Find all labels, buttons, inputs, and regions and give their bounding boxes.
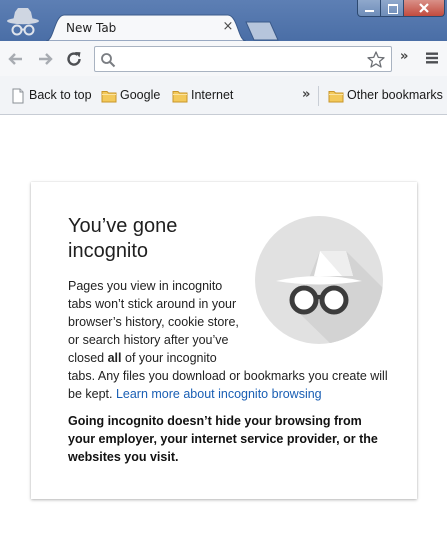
bookmark-label: Google xyxy=(120,88,161,102)
back-arrow-icon[interactable] xyxy=(6,49,26,69)
forward-arrow-icon[interactable] xyxy=(35,49,55,69)
close-icon[interactable]: × xyxy=(222,20,234,33)
page-icon xyxy=(12,88,24,104)
address-input[interactable] xyxy=(119,49,359,69)
folder-icon xyxy=(328,91,344,103)
description: Pages you view in incognito tabs won’t s… xyxy=(68,277,388,403)
maximize-icon xyxy=(388,4,398,14)
minimize-button[interactable] xyxy=(357,0,381,17)
incognito-card: You’ve gone incognito Pages you view in … xyxy=(31,182,417,499)
tab-title: New Tab xyxy=(66,21,117,35)
bookmarks-bar: Back to top Google Internet » Other book… xyxy=(0,76,447,115)
title-bar: New Tab × xyxy=(0,0,447,41)
bookmark-label: Internet xyxy=(191,88,234,102)
toolbar: » xyxy=(0,41,447,76)
tab-new-tab[interactable]: New Tab × xyxy=(46,14,246,41)
close-window-button[interactable] xyxy=(403,0,445,17)
illustration-spacer xyxy=(242,277,388,367)
search-icon xyxy=(101,53,116,68)
star-bookmark-icon[interactable] xyxy=(366,50,386,70)
close-icon xyxy=(419,3,429,13)
minimize-icon xyxy=(365,10,374,12)
hamburger-menu-icon[interactable] xyxy=(424,50,440,66)
bookmark-label: Back to top xyxy=(29,88,92,102)
page-title: You’ve gone incognito xyxy=(68,215,178,262)
new-tab-button[interactable] xyxy=(245,21,279,41)
bookmark-label: Other bookmarks xyxy=(347,88,443,102)
bookmarks-divider xyxy=(318,86,319,106)
omnibox[interactable] xyxy=(94,46,392,72)
maximize-button[interactable] xyxy=(380,0,404,17)
incognito-spy-icon xyxy=(7,8,39,36)
reload-icon[interactable] xyxy=(64,49,84,69)
folder-icon xyxy=(101,91,117,103)
window-controls xyxy=(357,0,447,18)
description-emphasis: all xyxy=(107,351,122,365)
learn-more-link[interactable]: Learn more about incognito browsing xyxy=(116,387,322,401)
bookmarks-overflow-chevron[interactable]: » xyxy=(302,88,310,102)
extensions-overflow-chevron[interactable]: » xyxy=(400,50,408,64)
folder-icon xyxy=(172,91,188,103)
privacy-warning: Going incognito doesn’t hide your browsi… xyxy=(68,414,378,464)
